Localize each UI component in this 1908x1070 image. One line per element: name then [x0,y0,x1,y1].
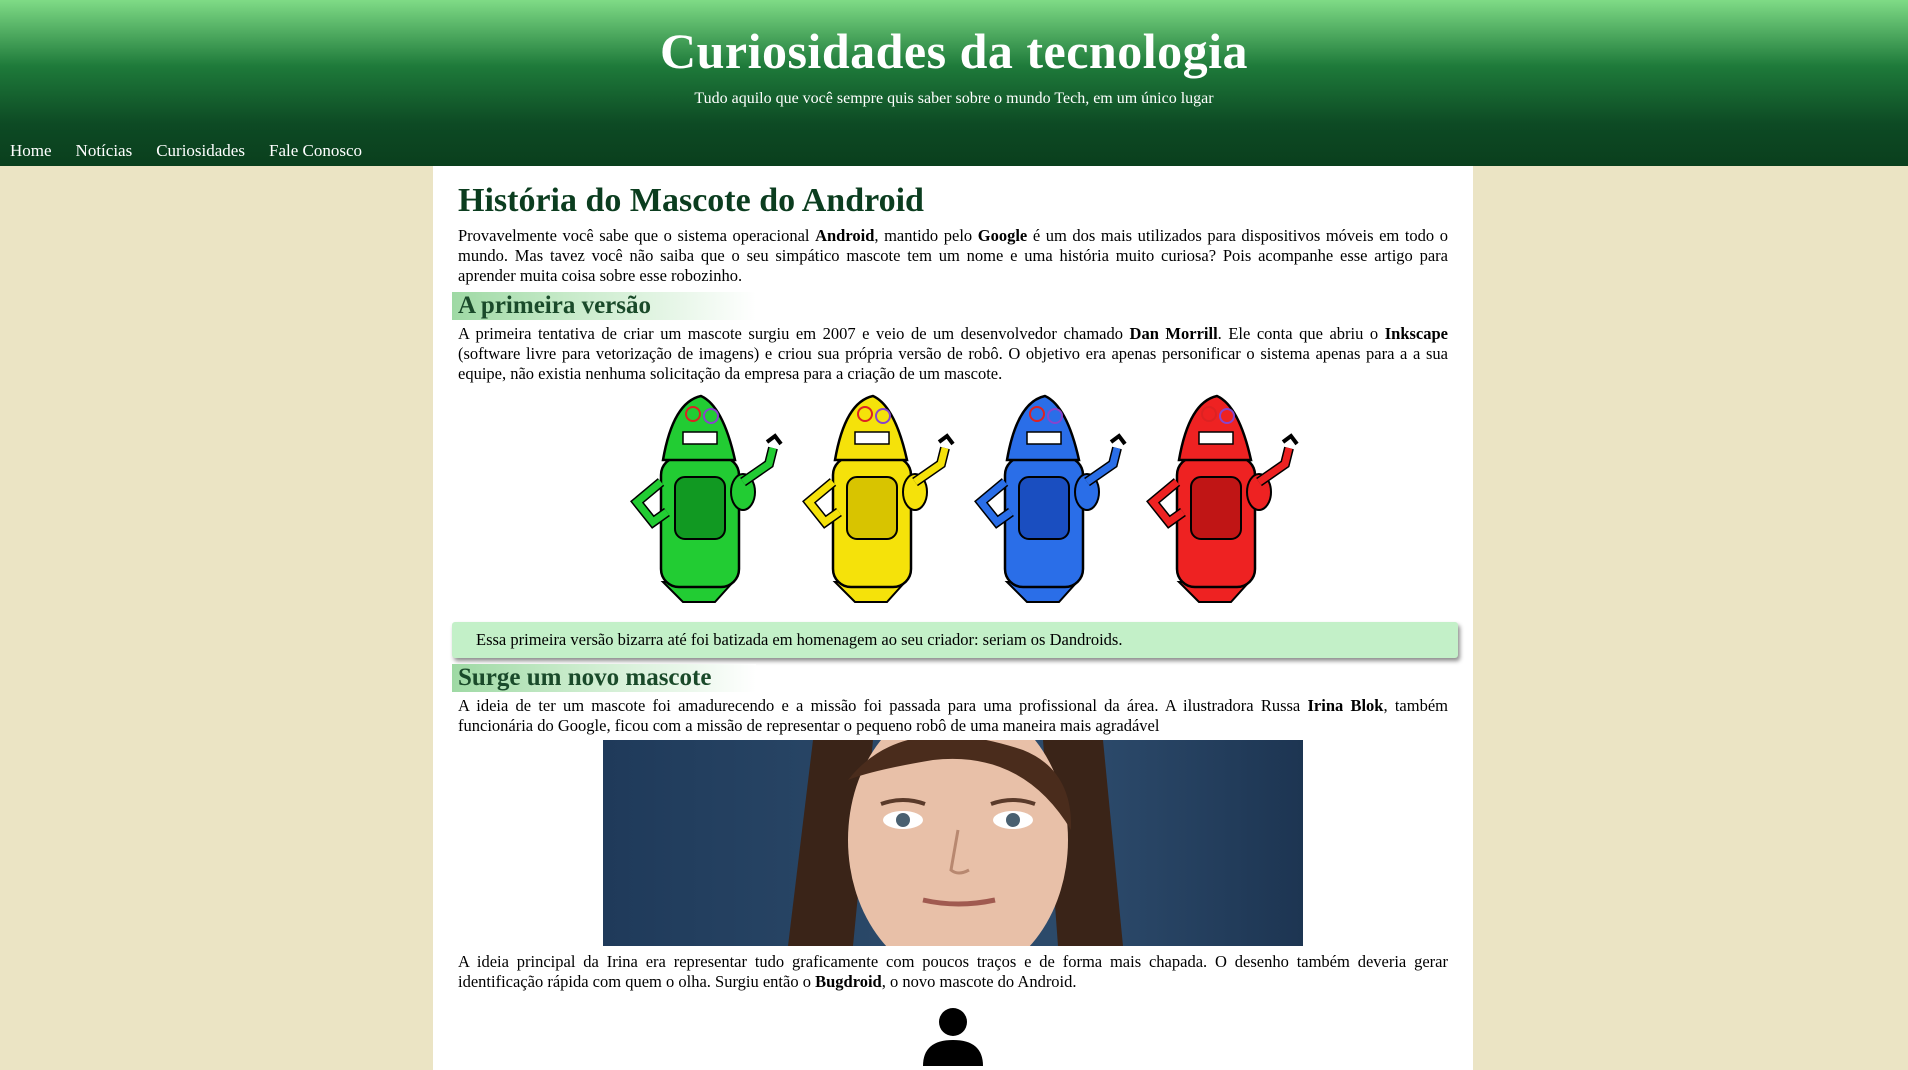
section-heading-first-version: A primeira versão [452,292,756,320]
portrait-illustration [788,740,1123,946]
nav-noticias[interactable]: Notícias [76,141,133,161]
intro-bold-android: Android [815,226,875,245]
dandroid-robot [1146,394,1299,603]
section2-paragraph-2: A ideia principal da Irina era represent… [458,952,1448,992]
s2-p2-text-2: , o novo mascote do Android. [881,972,1077,991]
s1-text-2: . Ele conta que abriu o [1217,324,1385,343]
article-content: História do Mascote do Android Provavelm… [433,166,1473,1070]
dandroids-image [458,386,1448,614]
site-header: Curiosidades da tecnologia Tudo aquilo q… [0,0,1908,166]
intro-bold-google: Google [977,226,1028,245]
dandroid-robot [802,394,955,603]
s2-text-1: A ideia de ter um mascote foi amadurecen… [458,696,1308,715]
s1-text-3: (software livre para vetorização de imag… [458,344,1448,383]
main-nav: Home Notícias Curiosidades Fale Conosco [10,136,362,166]
intro-text-1: Provavelmente você sabe que o sistema op… [458,226,816,245]
s2-bold-irina-blok: Irina Blok [1307,696,1384,715]
dandroid-robot [630,394,783,603]
site-subtitle: Tudo aquilo que você sempre quis saber s… [694,90,1214,107]
article-title: História do Mascote do Android [458,182,924,219]
nav-fale-conosco[interactable]: Fale Conosco [269,141,362,161]
s1-text-1: A primeira tentativa de criar um mascote… [458,324,1130,343]
section1-paragraph: A primeira tentativa de criar um mascote… [458,324,1448,384]
dandroid-robot [974,394,1127,603]
highlight-note: Essa primeira versão bizarra até foi bat… [452,622,1458,658]
s1-bold-inkscape: Inkscape [1384,324,1448,343]
intro-paragraph: Provavelmente você sabe que o sistema op… [458,226,1448,286]
site-title: Curiosidades da tecnologia [659,23,1249,79]
nav-home[interactable]: Home [10,141,52,161]
s2-bold-bugdroid: Bugdroid [815,972,882,991]
s1-bold-dan-morrill: Dan Morrill [1129,324,1218,343]
intro-text-2: , mantido pelo [874,226,978,245]
irina-blok-photo [603,740,1303,946]
section2-paragraph: A ideia de ter um mascote foi amadurecen… [458,696,1448,736]
dandroids-illustration [630,394,1299,603]
person-icon [923,1008,983,1066]
nav-curiosidades[interactable]: Curiosidades [156,141,245,161]
section-heading-new-mascot: Surge um novo mascote [452,664,756,692]
